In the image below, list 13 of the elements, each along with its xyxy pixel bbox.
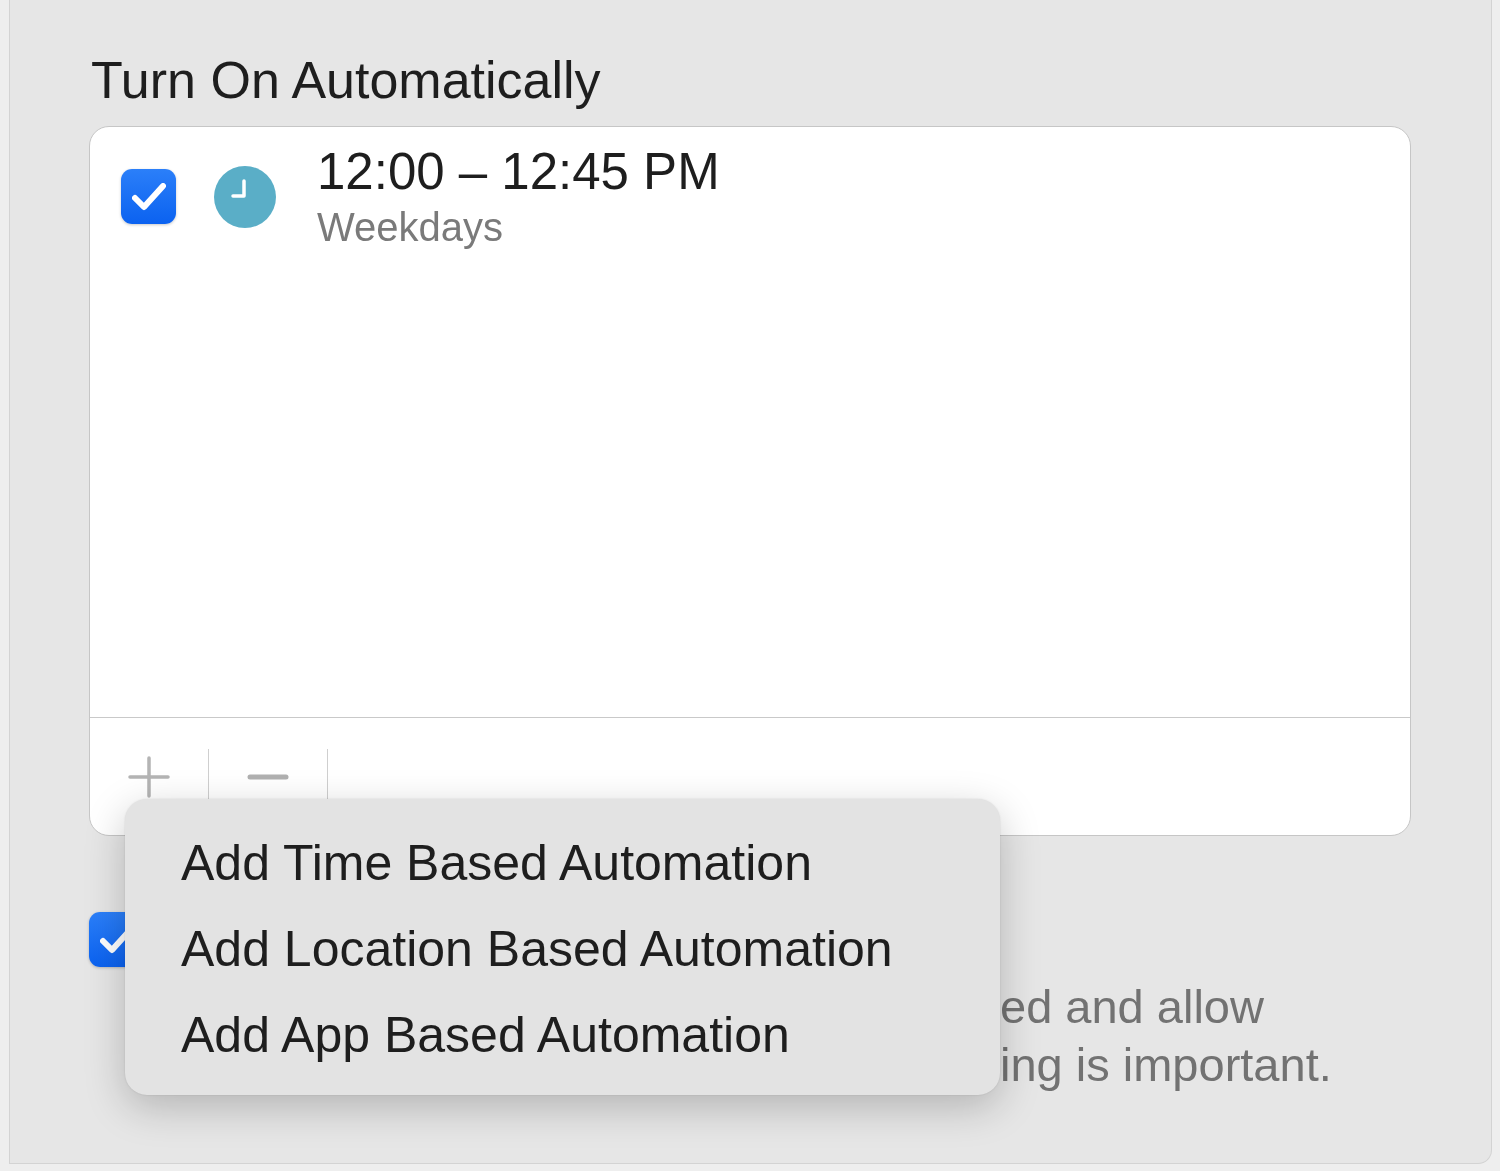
- menu-item[interactable]: Add App Based Automation: [125, 992, 1000, 1078]
- option-description: ing is important.: [1000, 1037, 1332, 1093]
- schedule-checkbox[interactable]: [121, 169, 176, 224]
- clock-icon: [214, 165, 276, 228]
- minus-icon: [247, 774, 289, 780]
- option-description: ed and allow: [1000, 979, 1264, 1035]
- checkmark-icon: [131, 182, 166, 211]
- section-heading: Turn On Automatically: [91, 50, 601, 111]
- plus-icon: [128, 756, 170, 798]
- menu-item[interactable]: Add Time Based Automation: [125, 820, 1000, 906]
- schedule-time: 12:00 – 12:45 PM: [317, 144, 720, 200]
- menu-item[interactable]: Add Location Based Automation: [125, 906, 1000, 992]
- schedule-days: Weekdays: [317, 205, 503, 249]
